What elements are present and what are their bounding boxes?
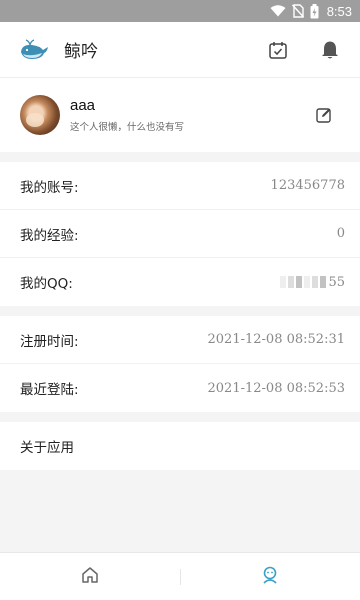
user-bio: 这个人很懒，什么也没有写 — [70, 122, 185, 133]
qq-label: 我的QQ: — [20, 276, 73, 292]
experience-row: 我的经验: 0 — [0, 210, 360, 258]
redacted-pixel — [288, 276, 295, 288]
app-bar: 鲸吟 — [0, 22, 360, 78]
experience-label: 我的经验: — [20, 227, 79, 244]
bottom-nav — [0, 552, 360, 600]
account-row: 我的账号: 123456778 — [0, 162, 360, 210]
time-info-card: 注册时间: 2021-12-08 08:52:31 最近登陆: 2021-12-… — [0, 316, 360, 412]
no-sim-icon — [291, 4, 304, 18]
wifi-icon — [270, 5, 286, 17]
redacted-pixel — [312, 276, 319, 288]
about-app-label: 关于应用 — [20, 440, 74, 456]
bell-icon[interactable] — [312, 32, 348, 68]
home-icon — [81, 566, 99, 588]
status-time: 8:53 — [326, 3, 352, 19]
redacted-pixel — [320, 276, 327, 288]
whale-logo-icon — [18, 38, 50, 62]
app-title: 鲸吟 — [64, 42, 98, 62]
experience-value: 0 — [336, 226, 345, 241]
qq-suffix: 55 — [328, 274, 345, 290]
about-app-item[interactable]: 关于应用 — [0, 422, 360, 470]
username: aaa — [70, 97, 96, 114]
calendar-check-icon[interactable] — [260, 32, 296, 68]
section-gap — [0, 306, 360, 316]
redacted-pixel — [304, 276, 311, 288]
section-gap — [0, 152, 360, 162]
status-bar: 8:53 — [0, 0, 360, 22]
account-info-card: 我的账号: 123456778 我的经验: 0 我的QQ: 55 — [0, 162, 360, 306]
qq-value: 55 — [280, 275, 345, 290]
avatar[interactable] — [20, 95, 60, 135]
redacted-pixel — [280, 276, 287, 288]
account-label: 我的账号: — [20, 179, 79, 196]
edit-icon[interactable] — [306, 97, 342, 133]
profile-info: aaa 这个人很懒，什么也没有写 — [70, 97, 290, 133]
battery-icon — [310, 3, 319, 19]
register-time-value: 2021-12-08 08:52:31 — [207, 332, 345, 347]
about-card: 关于应用 — [0, 422, 360, 470]
last-login-value: 2021-12-08 08:52:53 — [207, 380, 345, 396]
register-time-label: 注册时间: — [20, 333, 79, 350]
qq-row: 我的QQ: 55 — [0, 258, 360, 306]
redacted-pixel — [296, 276, 303, 288]
last-login-label: 最近登陆: — [20, 382, 79, 398]
nav-profile[interactable] — [181, 553, 360, 600]
account-value: 123456778 — [270, 178, 345, 193]
profile-header[interactable]: aaa 这个人很懒，什么也没有写 — [0, 78, 360, 152]
section-gap — [0, 412, 360, 422]
nav-home[interactable] — [0, 553, 180, 600]
profile-icon — [260, 565, 280, 589]
last-login-row: 最近登陆: 2021-12-08 08:52:53 — [0, 364, 360, 412]
register-time-row: 注册时间: 2021-12-08 08:52:31 — [0, 316, 360, 364]
